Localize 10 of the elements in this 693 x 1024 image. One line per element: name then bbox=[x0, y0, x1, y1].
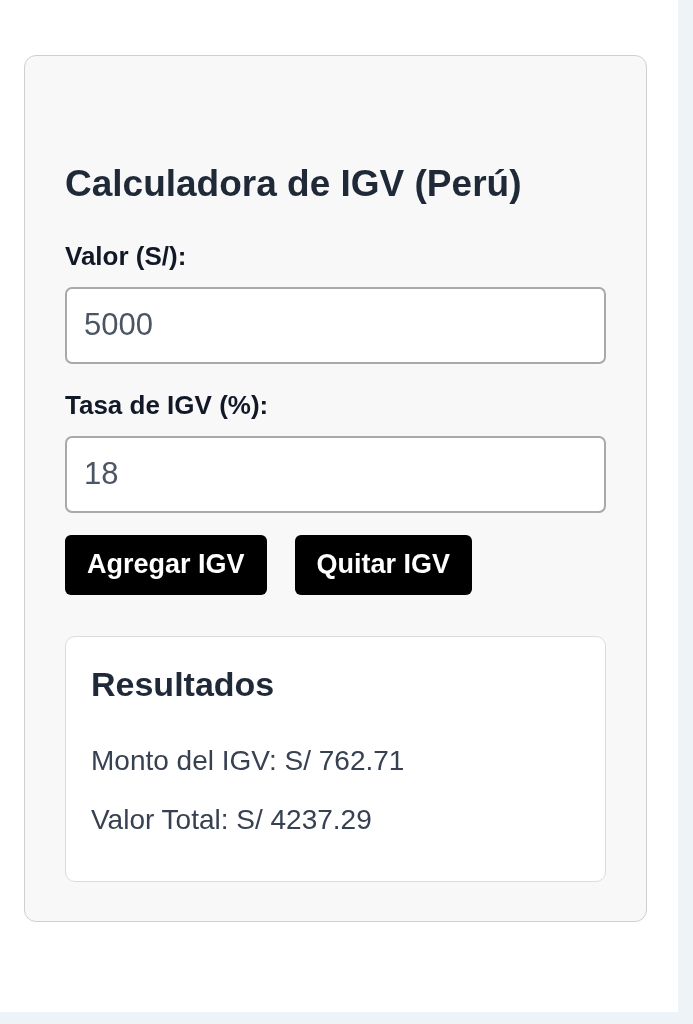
input-field[interactable]: 5000 bbox=[65, 286, 606, 364]
action-button[interactable]: Quitar IGV bbox=[294, 534, 473, 595]
field-label: Tasa de IGV (%): bbox=[65, 389, 270, 420]
results-heading: Resultados bbox=[91, 664, 276, 704]
action-button[interactable]: Agregar IGV bbox=[65, 534, 267, 595]
result-text: Monto del IGV: S/ 762.71 bbox=[91, 744, 406, 778]
result-text: Valor Total: S/ 4237.29 bbox=[91, 803, 373, 837]
calculator-title: Calculadora de IGV (Perú) bbox=[65, 161, 523, 206]
field-label: Valor (S/): bbox=[65, 240, 188, 271]
input-field[interactable]: 18 bbox=[65, 435, 606, 513]
